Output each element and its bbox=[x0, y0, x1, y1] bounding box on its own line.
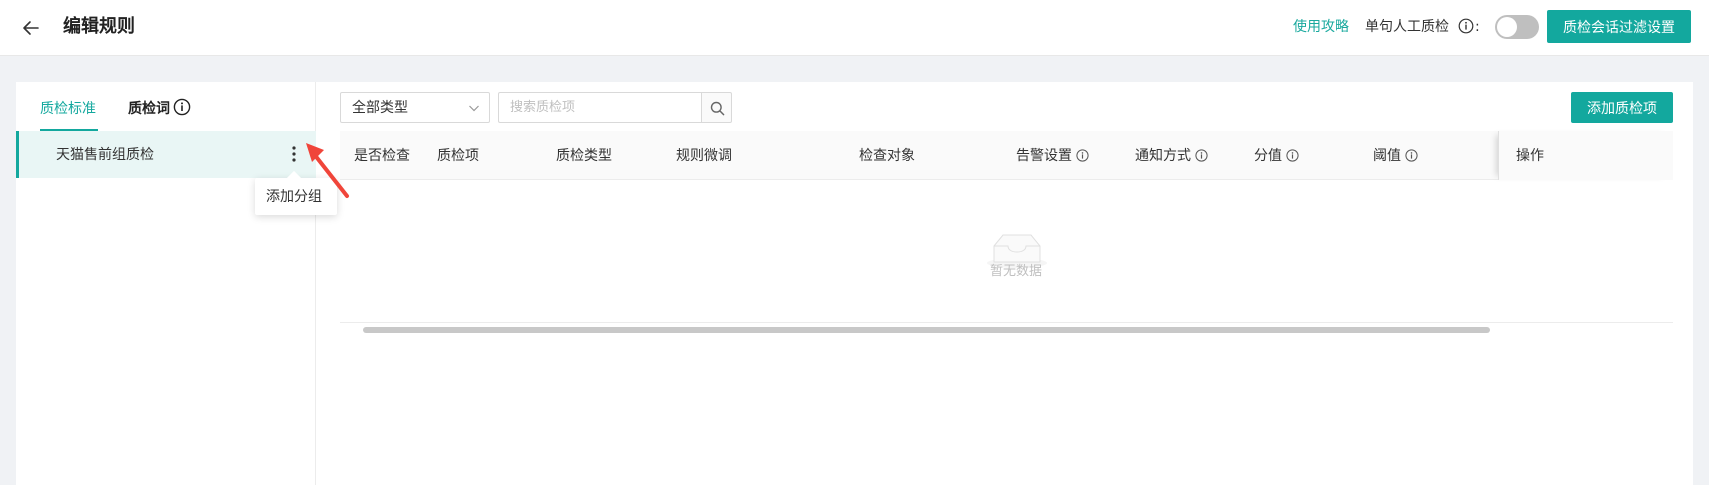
table-divider bbox=[340, 322, 1673, 323]
column-header-notify: 通知方式 bbox=[1135, 146, 1208, 166]
type-select-value: 全部类型 bbox=[352, 100, 408, 116]
annotation-arrow-icon bbox=[306, 143, 349, 198]
manual-qc-toggle[interactable] bbox=[1495, 15, 1539, 39]
column-header: 质检类型 bbox=[556, 148, 612, 164]
tab-qc-standard[interactable]: 质检标准 bbox=[40, 99, 96, 119]
column-header-label: 阈值 bbox=[1373, 148, 1401, 164]
column-header-label: 操作 bbox=[1516, 148, 1544, 164]
table-header: 是否检查 质检项 质检类型 规则微调 检查对象 告警设置 通知方式 分值 阈值 … bbox=[340, 131, 1673, 180]
add-qc-item-button[interactable]: 添加质检项 bbox=[1571, 92, 1673, 123]
column-header: 检查对象 bbox=[859, 148, 915, 164]
column-header-label: 告警设置 bbox=[1016, 148, 1072, 164]
info-icon[interactable] bbox=[1458, 18, 1474, 34]
toggle-knob bbox=[1497, 17, 1517, 37]
search-icon bbox=[710, 101, 725, 116]
info-icon[interactable] bbox=[1286, 149, 1299, 162]
chevron-down-icon bbox=[469, 105, 479, 112]
left-pane: 质检标准 质检词 天猫售前组质检 添加分组 bbox=[16, 82, 337, 485]
search-input[interactable] bbox=[498, 92, 701, 123]
type-select[interactable]: 全部类型 bbox=[340, 92, 490, 123]
column-header: 是否检查 bbox=[354, 148, 410, 164]
manual-qc-label: 单句人工质检 bbox=[1365, 19, 1449, 35]
column-header-alert: 告警设置 bbox=[1016, 146, 1089, 166]
group-item[interactable]: 天猫售前组质检 bbox=[16, 131, 316, 178]
info-icon[interactable] bbox=[1076, 149, 1089, 162]
column-header: 质检项 bbox=[437, 148, 479, 164]
info-icon[interactable] bbox=[1195, 149, 1208, 162]
group-item-label: 天猫售前组质检 bbox=[56, 147, 154, 163]
info-icon[interactable] bbox=[1405, 149, 1418, 162]
tab-qc-words[interactable]: 质检词 bbox=[128, 99, 170, 119]
search-button[interactable] bbox=[701, 92, 732, 123]
session-filter-settings-button[interactable]: 质检会话过滤设置 bbox=[1547, 10, 1691, 43]
page-header: 编辑规则 使用攻略 单句人工质检 : 质检会话过滤设置 bbox=[0, 0, 1709, 56]
column-header-label: 分值 bbox=[1254, 148, 1282, 164]
column-header-threshold: 阈值 bbox=[1373, 146, 1418, 166]
column-header-label: 通知方式 bbox=[1135, 148, 1191, 164]
column-header-score: 分值 bbox=[1254, 146, 1299, 166]
info-icon[interactable] bbox=[173, 98, 191, 116]
back-arrow-icon[interactable] bbox=[20, 17, 42, 39]
page-title: 编辑规则 bbox=[63, 16, 135, 37]
colon-separator: : bbox=[1475, 19, 1480, 35]
column-header: 规则微调 bbox=[676, 148, 732, 164]
more-vertical-icon[interactable] bbox=[288, 143, 300, 165]
guide-link[interactable]: 使用攻略 bbox=[1293, 17, 1349, 37]
operation-column-header: 操作 bbox=[1498, 131, 1673, 180]
horizontal-scrollbar[interactable] bbox=[363, 327, 1490, 333]
empty-state-text: 暂无数据 bbox=[989, 264, 1042, 279]
rule-editor-panel: 质检标准 质检词 天猫售前组质检 添加分组 全部类型 搜索质检项 添加质检项 是… bbox=[16, 82, 1693, 485]
